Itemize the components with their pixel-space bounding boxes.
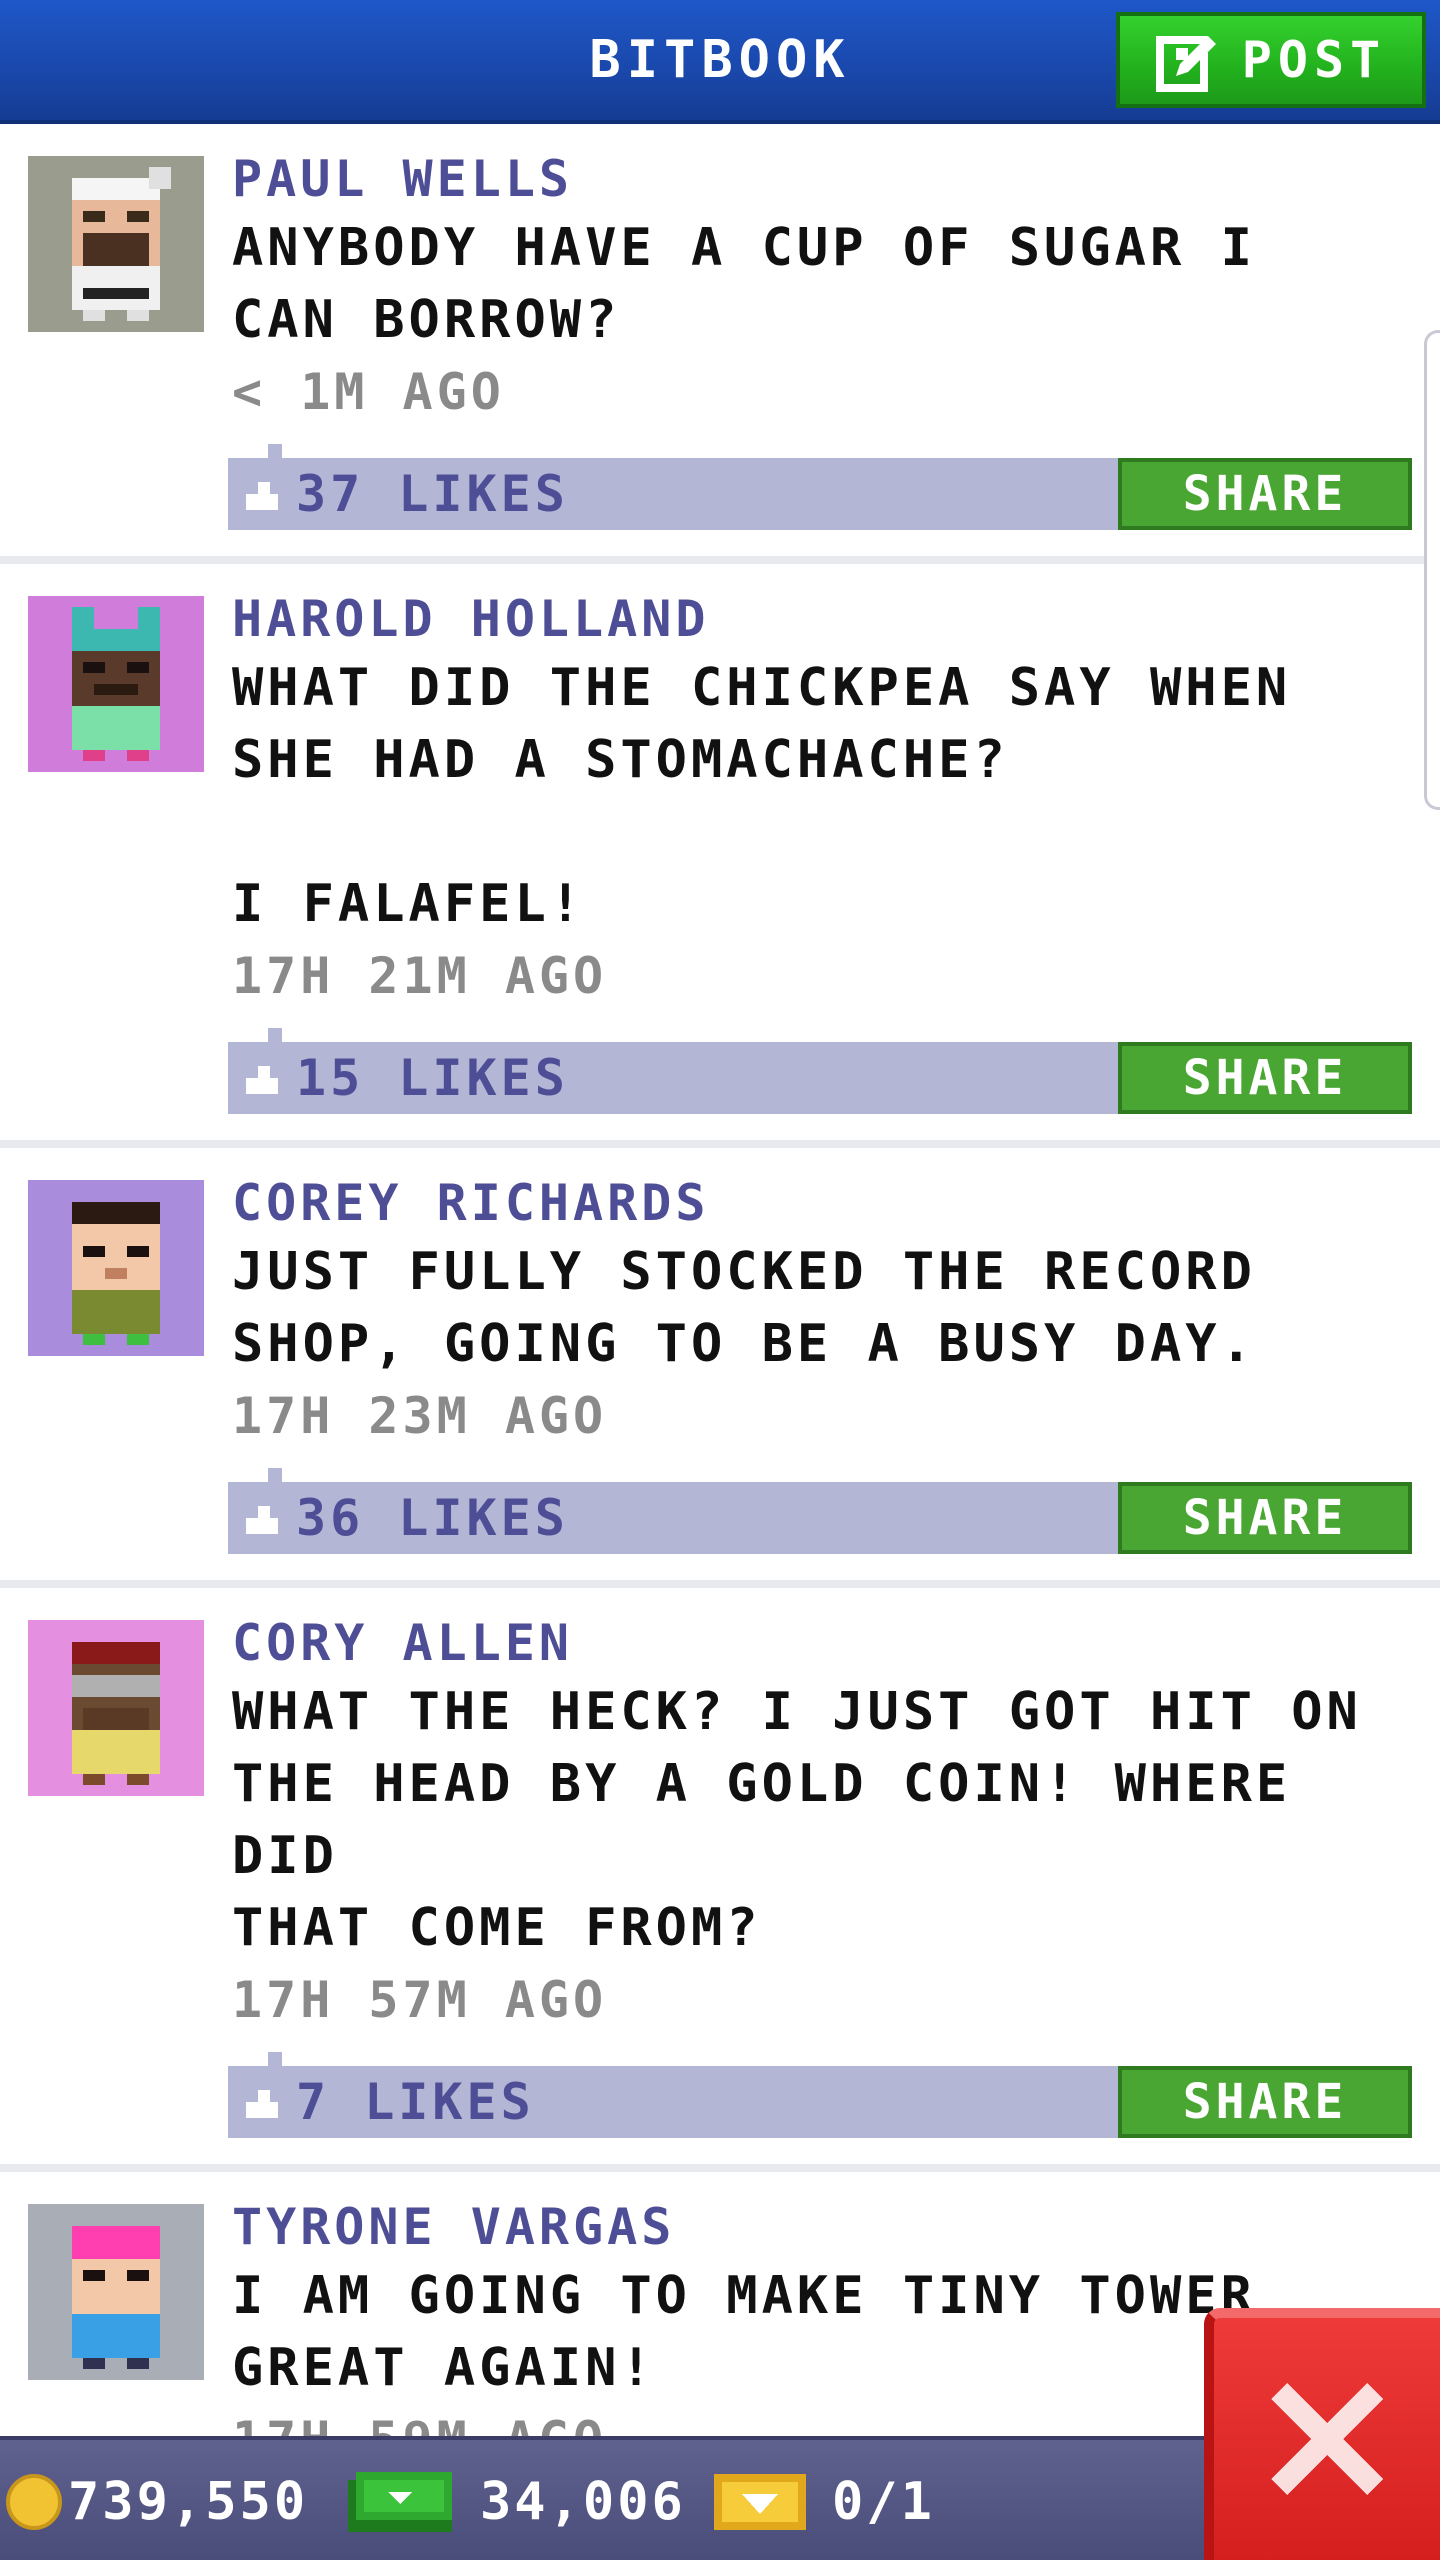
post-timestamp: 17H 57M AGO: [232, 1971, 608, 2029]
likes-count: 15 LIKES: [296, 1049, 569, 1107]
like-bar[interactable]: 37 LIKES SHARE: [228, 444, 1412, 530]
close-icon: [1271, 2383, 1383, 2495]
bux-value: 34,006: [480, 2472, 686, 2532]
coins-value: 739,550: [68, 2472, 309, 2532]
header-bar: BITBOOK POST: [0, 0, 1440, 124]
post-message: WHAT THE HECK? I JUST GOT HIT ON THE HEA…: [232, 1682, 1362, 1958]
post-author[interactable]: CORY ALLEN: [232, 1610, 1380, 1676]
post-author[interactable]: TYRONE VARGAS: [232, 2194, 1380, 2260]
close-button[interactable]: [1204, 2308, 1440, 2560]
avatar[interactable]: [28, 1180, 204, 1356]
post-author[interactable]: PAUL WELLS: [232, 146, 1380, 212]
post-message: JUST FULLY STOCKED THE RECORD SHOP, GOIN…: [232, 1242, 1256, 1374]
bux-icon: [348, 2472, 452, 2532]
share-button[interactable]: SHARE: [1118, 458, 1412, 530]
post-author[interactable]: HAROLD HOLLAND: [232, 586, 1380, 652]
likes-count: 36 LIKES: [296, 1489, 569, 1547]
likes-count: 7 LIKES: [296, 2073, 535, 2131]
share-button[interactable]: SHARE: [1118, 1482, 1412, 1554]
scroll-indicator[interactable]: [1424, 330, 1440, 810]
like-bar[interactable]: 7 LIKES SHARE: [228, 2052, 1412, 2138]
post-button[interactable]: POST: [1116, 12, 1426, 108]
share-button[interactable]: SHARE: [1118, 1042, 1412, 1114]
like-icon: [246, 482, 278, 510]
post-timestamp: 17H 23M AGO: [232, 1387, 608, 1445]
post-message: WHAT DID THE CHICKPEA SAY WHEN SHE HAD A…: [232, 658, 1292, 934]
share-button[interactable]: SHARE: [1118, 2066, 1412, 2138]
avatar[interactable]: [28, 596, 204, 772]
post-timestamp: < 1M AGO: [232, 363, 505, 421]
post-author[interactable]: COREY RICHARDS: [232, 1170, 1380, 1236]
like-icon: [246, 1066, 278, 1094]
like-icon: [246, 1506, 278, 1534]
coins-display: 739,550: [6, 2440, 308, 2560]
like-icon: [246, 2090, 278, 2118]
avatar[interactable]: [28, 156, 204, 332]
feed-post: COREY RICHARDS JUST FULLY STOCKED THE RE…: [0, 1148, 1440, 1588]
post-timestamp: 17H 21M AGO: [232, 947, 608, 1005]
feed-post: PAUL WELLS ANYBODY HAVE A CUP OF SUGAR I…: [0, 124, 1440, 564]
bux-display: 34,006: [348, 2440, 686, 2560]
edit-icon: [1155, 36, 1216, 92]
likes-count: 37 LIKES: [296, 465, 569, 523]
like-bar[interactable]: 36 LIKES SHARE: [228, 1468, 1412, 1554]
feed-post: HAROLD HOLLAND WHAT DID THE CHICKPEA SAY…: [0, 564, 1440, 1148]
coin-icon: [6, 2474, 62, 2530]
like-bar-tick: [268, 1468, 282, 1482]
like-bar-tick: [268, 444, 282, 458]
post-message: ANYBODY HAVE A CUP OF SUGAR I CAN BORROW…: [232, 218, 1256, 350]
post-button-label: POST: [1241, 31, 1387, 89]
vip-ticket-icon: [714, 2474, 806, 2530]
like-bar[interactable]: 15 LIKES SHARE: [228, 1028, 1412, 1114]
avatar[interactable]: [28, 2204, 204, 2380]
avatar[interactable]: [28, 1620, 204, 1796]
feed[interactable]: PAUL WELLS ANYBODY HAVE A CUP OF SUGAR I…: [0, 124, 1440, 2436]
vip-display: 0/1: [714, 2440, 935, 2560]
feed-post: CORY ALLEN WHAT THE HECK? I JUST GOT HIT…: [0, 1588, 1440, 2172]
like-bar-tick: [268, 1028, 282, 1042]
like-bar-tick: [268, 2052, 282, 2066]
vip-value: 0/1: [832, 2472, 935, 2532]
